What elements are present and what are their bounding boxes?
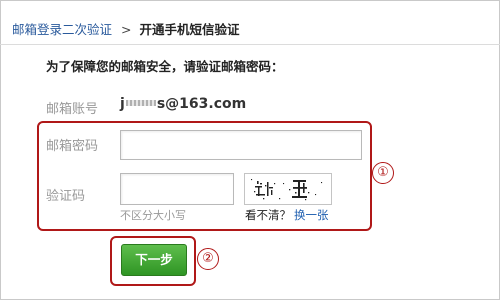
account-value: j s@163.com xyxy=(120,96,246,112)
refresh-captcha-link[interactable]: 换一张 xyxy=(294,208,329,222)
captcha-glyphs xyxy=(251,179,323,201)
password-input[interactable] xyxy=(120,130,362,160)
annotation-marker-1: ① xyxy=(372,162,394,184)
refresh-question: 看不清？ xyxy=(245,208,291,222)
breadcrumb-separator: > xyxy=(121,22,132,37)
password-label: 邮箱密码 xyxy=(46,139,99,154)
account-label: 邮箱账号 xyxy=(46,102,99,117)
breadcrumb-current-page: 开通手机短信验证 xyxy=(139,22,240,37)
captcha-input[interactable] xyxy=(120,173,234,205)
annotation-marker-2: ② xyxy=(197,248,219,270)
account-suffix: s@163.com xyxy=(156,96,247,112)
next-step-button[interactable]: 下一步 xyxy=(121,244,187,276)
header-divider xyxy=(0,44,500,45)
breadcrumb: 邮箱登录二次验证 > 开通手机短信验证 xyxy=(12,19,240,38)
captcha-label: 验证码 xyxy=(46,189,86,204)
breadcrumb-link-secondary-verification[interactable]: 邮箱登录二次验证 xyxy=(12,22,112,37)
captcha-image[interactable] xyxy=(244,173,332,205)
masked-username xyxy=(125,99,156,106)
captcha-refresh: 看不清？ 换一张 xyxy=(245,207,329,223)
captcha-case-hint: 不区分大小写 xyxy=(120,209,186,222)
instruction-text: 为了保障您的邮箱安全，请验证邮箱密码： xyxy=(46,59,284,74)
account-prefix: j xyxy=(120,96,125,112)
